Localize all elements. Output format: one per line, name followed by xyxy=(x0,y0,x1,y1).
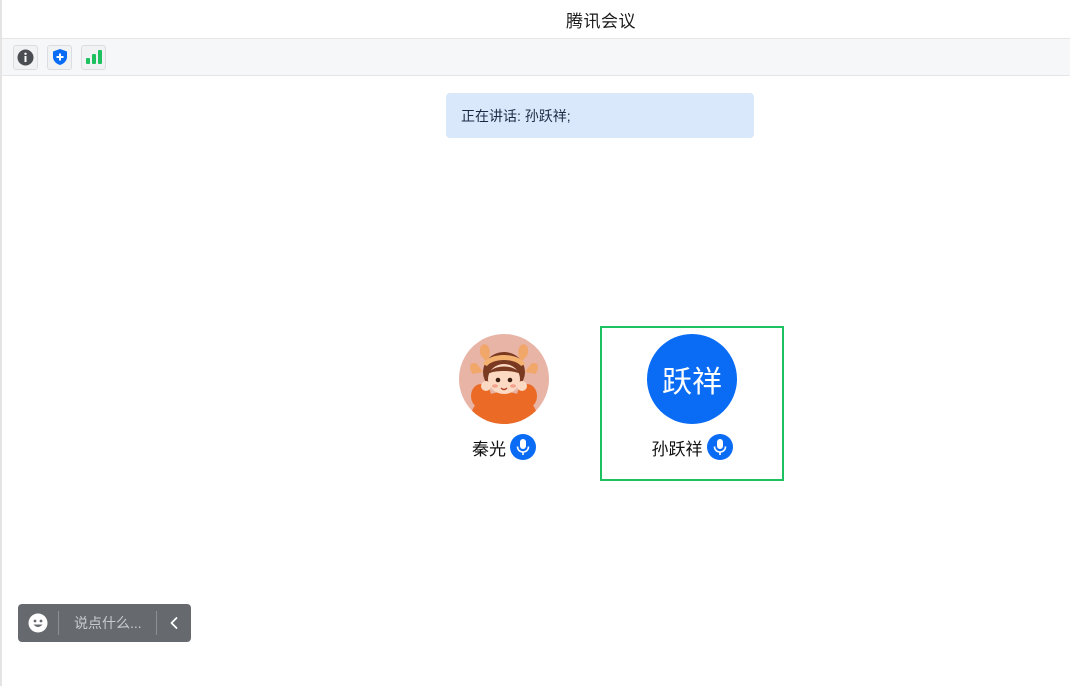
security-button[interactable] xyxy=(47,44,72,70)
active-speaker-tile[interactable]: 跃祥 孙跃祥 xyxy=(600,326,784,481)
info-icon xyxy=(17,49,34,65)
participant-name: 秦光 xyxy=(472,439,506,459)
info-button[interactable] xyxy=(13,44,38,70)
avatar-illustration xyxy=(459,334,549,424)
mic-status[interactable] xyxy=(706,434,733,460)
avatar xyxy=(459,334,549,424)
network-quality-button[interactable] xyxy=(81,44,106,70)
participant-name-row: 秦光 xyxy=(472,434,536,460)
mic-icon xyxy=(516,439,530,455)
signal-bars-icon xyxy=(85,50,102,64)
chevron-left-icon xyxy=(170,617,178,629)
window-title: 腾讯会议 xyxy=(566,11,636,31)
chat-placeholder: 说点什么... xyxy=(74,615,142,631)
speaking-text: 正在讲话: 孙跃祥; xyxy=(461,107,571,124)
title-bar: 腾讯会议 xyxy=(2,0,1070,39)
participant-name: 孙跃祥 xyxy=(651,439,703,459)
meeting-window: 腾讯会议 正在讲话: 孙跃祥; 秦光 跃祥 孙跃祥 说点什么... xyxy=(0,0,1070,686)
speaking-indicator: 正在讲话: 孙跃祥; xyxy=(446,93,754,138)
mic-status[interactable] xyxy=(510,434,536,460)
avatar: 跃祥 xyxy=(647,334,737,424)
meeting-toolbar xyxy=(2,39,1070,76)
shield-plus-icon xyxy=(52,49,67,65)
emoji-button[interactable] xyxy=(18,604,58,642)
chat-input[interactable]: 说点什么... xyxy=(59,604,156,642)
avatar-initials: 跃祥 xyxy=(662,366,722,399)
participant-name-row: 孙跃祥 xyxy=(652,434,733,460)
chat-bar: 说点什么... xyxy=(18,604,191,642)
smiley-icon xyxy=(28,613,48,633)
mic-icon xyxy=(713,439,726,455)
participant-tile[interactable]: 秦光 xyxy=(412,327,596,482)
collapse-chat-button[interactable] xyxy=(157,604,191,642)
